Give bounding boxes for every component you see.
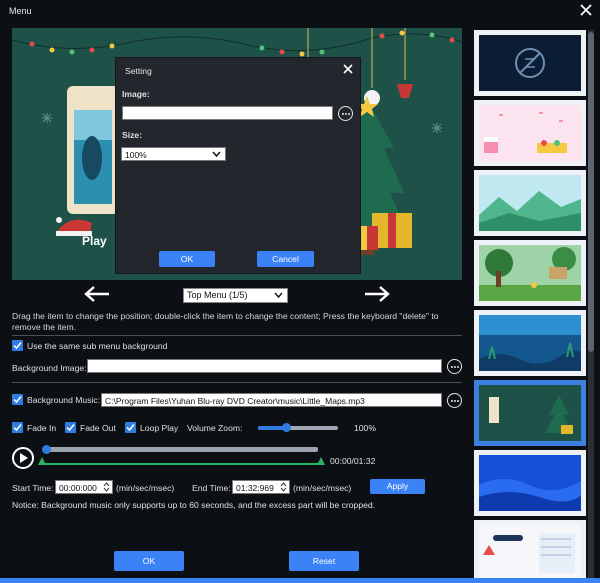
start-time-stepper[interactable]: 00:00:000 [55, 480, 113, 494]
template-item-forest[interactable] [474, 240, 586, 306]
setting-dialog: Setting Image: Size: 100% OK Cancel [116, 58, 360, 273]
title-bar: Menu [0, 0, 600, 22]
previous-arrow-icon[interactable] [83, 286, 111, 302]
template-item-mountains[interactable] [474, 170, 586, 236]
checkmark-icon [13, 424, 22, 432]
start-time-value: 00:00:000 [59, 483, 97, 493]
template-item-party[interactable] [474, 520, 586, 578]
notice-text: Notice: Background music only supports u… [12, 500, 376, 510]
stepper-arrows-icon[interactable] [280, 482, 287, 492]
chevron-down-icon [212, 151, 221, 158]
loop-play-checkbox[interactable] [125, 422, 136, 433]
end-time-value: 01:32:969 [236, 483, 274, 493]
background-music-input[interactable]: C:\Program Files\Yuhan Blu-ray DVD Creat… [101, 393, 442, 407]
background-music-label: Background Music: [27, 395, 101, 405]
blue-waves-thumbnail-image [479, 479, 581, 511]
trim-end-handle-icon[interactable] [317, 457, 325, 465]
play-button[interactable] [12, 447, 34, 469]
template-list[interactable] [470, 30, 595, 578]
forest-thumbnail-image [479, 247, 581, 301]
checkmark-icon [13, 342, 22, 350]
stepper-arrows-icon[interactable] [103, 482, 110, 492]
template-scrollbar[interactable] [588, 30, 594, 578]
volume-slider[interactable] [258, 423, 338, 432]
template-item-christmas[interactable] [474, 380, 586, 446]
party-thumbnail-image [483, 533, 575, 573]
dialog-ok-button[interactable]: OK [159, 251, 215, 267]
ok-button[interactable]: OK [114, 551, 184, 571]
scrollbar-thumb[interactable] [588, 32, 594, 352]
fade-in-checkbox[interactable] [12, 422, 23, 433]
fade-in-label: Fade In [27, 423, 57, 433]
dialog-size-select[interactable]: 100% [121, 147, 226, 161]
end-time-label: End Time: [192, 483, 231, 493]
close-icon[interactable] [578, 2, 594, 18]
playback-position-knob[interactable] [42, 445, 51, 454]
template-item-underwater[interactable] [474, 310, 586, 376]
browse-image-button[interactable] [447, 359, 462, 374]
trim-start-handle-icon[interactable] [38, 457, 46, 465]
divider [12, 382, 462, 383]
trim-range-bar[interactable] [38, 457, 325, 465]
next-arrow-icon[interactable] [363, 286, 391, 302]
checkmark-icon [13, 396, 22, 404]
playback-time: 00:00/01:32 [330, 456, 376, 466]
menu-page-value: Top Menu (1/5) [187, 290, 248, 300]
fade-out-checkbox[interactable] [65, 422, 76, 433]
same-submenu-bg-checkbox[interactable] [12, 340, 23, 351]
background-image-input[interactable] [87, 359, 442, 373]
dialog-image-label: Image: [122, 89, 150, 99]
no-background-icon [515, 48, 545, 78]
dialog-close-icon[interactable] [342, 63, 354, 75]
chevron-down-icon [274, 292, 283, 299]
window-title: Menu [9, 6, 32, 16]
volume-zoom-value: 100% [354, 423, 376, 433]
loop-play-label: Loop Play [140, 423, 179, 433]
underwater-thumbnail-image [479, 315, 581, 371]
end-time-stepper[interactable]: 01:32:969 [232, 480, 290, 494]
dialog-cancel-button[interactable]: Cancel [257, 251, 314, 267]
birthday-thumbnail-image [484, 112, 567, 153]
start-time-label: Start Time: [12, 483, 54, 493]
menu-page-select[interactable]: Top Menu (1/5) [183, 288, 288, 303]
same-submenu-bg-label: Use the same sub menu background [27, 341, 168, 351]
volume-zoom-label: Volume Zoom: [187, 423, 243, 433]
divider [12, 335, 462, 336]
checkmark-icon [126, 424, 135, 432]
template-item-blue-waves[interactable] [474, 450, 586, 516]
preview-play-text[interactable]: Play [82, 234, 107, 248]
dialog-size-value: 100% [125, 150, 147, 160]
dialog-browse-image-button[interactable] [338, 106, 353, 121]
dialog-image-input[interactable] [122, 106, 333, 120]
playback-progress-bar[interactable] [42, 445, 318, 454]
volume-slider-knob[interactable] [282, 423, 291, 432]
apply-button[interactable]: Apply [370, 479, 425, 494]
end-time-unit: (min/sec/msec) [293, 483, 352, 493]
background-music-checkbox[interactable] [12, 394, 23, 405]
reset-button[interactable]: Reset [289, 551, 359, 571]
template-item-birthday[interactable] [474, 100, 586, 166]
browse-music-button[interactable] [447, 393, 462, 408]
christmas-thumbnail-image [489, 395, 573, 434]
fade-out-label: Fade Out [80, 423, 116, 433]
dialog-title: Setting [125, 66, 152, 76]
play-icon [20, 453, 28, 463]
checkmark-icon [66, 424, 75, 432]
dialog-size-label: Size: [122, 130, 143, 140]
start-time-unit: (min/sec/msec) [116, 483, 175, 493]
bottom-accent-strip [0, 578, 600, 583]
template-item-none[interactable] [474, 30, 586, 96]
background-image-label: Background Image: [12, 363, 87, 373]
instruction-text: Drag the item to change the position; do… [12, 311, 439, 332]
mountains-thumbnail-image [479, 191, 581, 231]
